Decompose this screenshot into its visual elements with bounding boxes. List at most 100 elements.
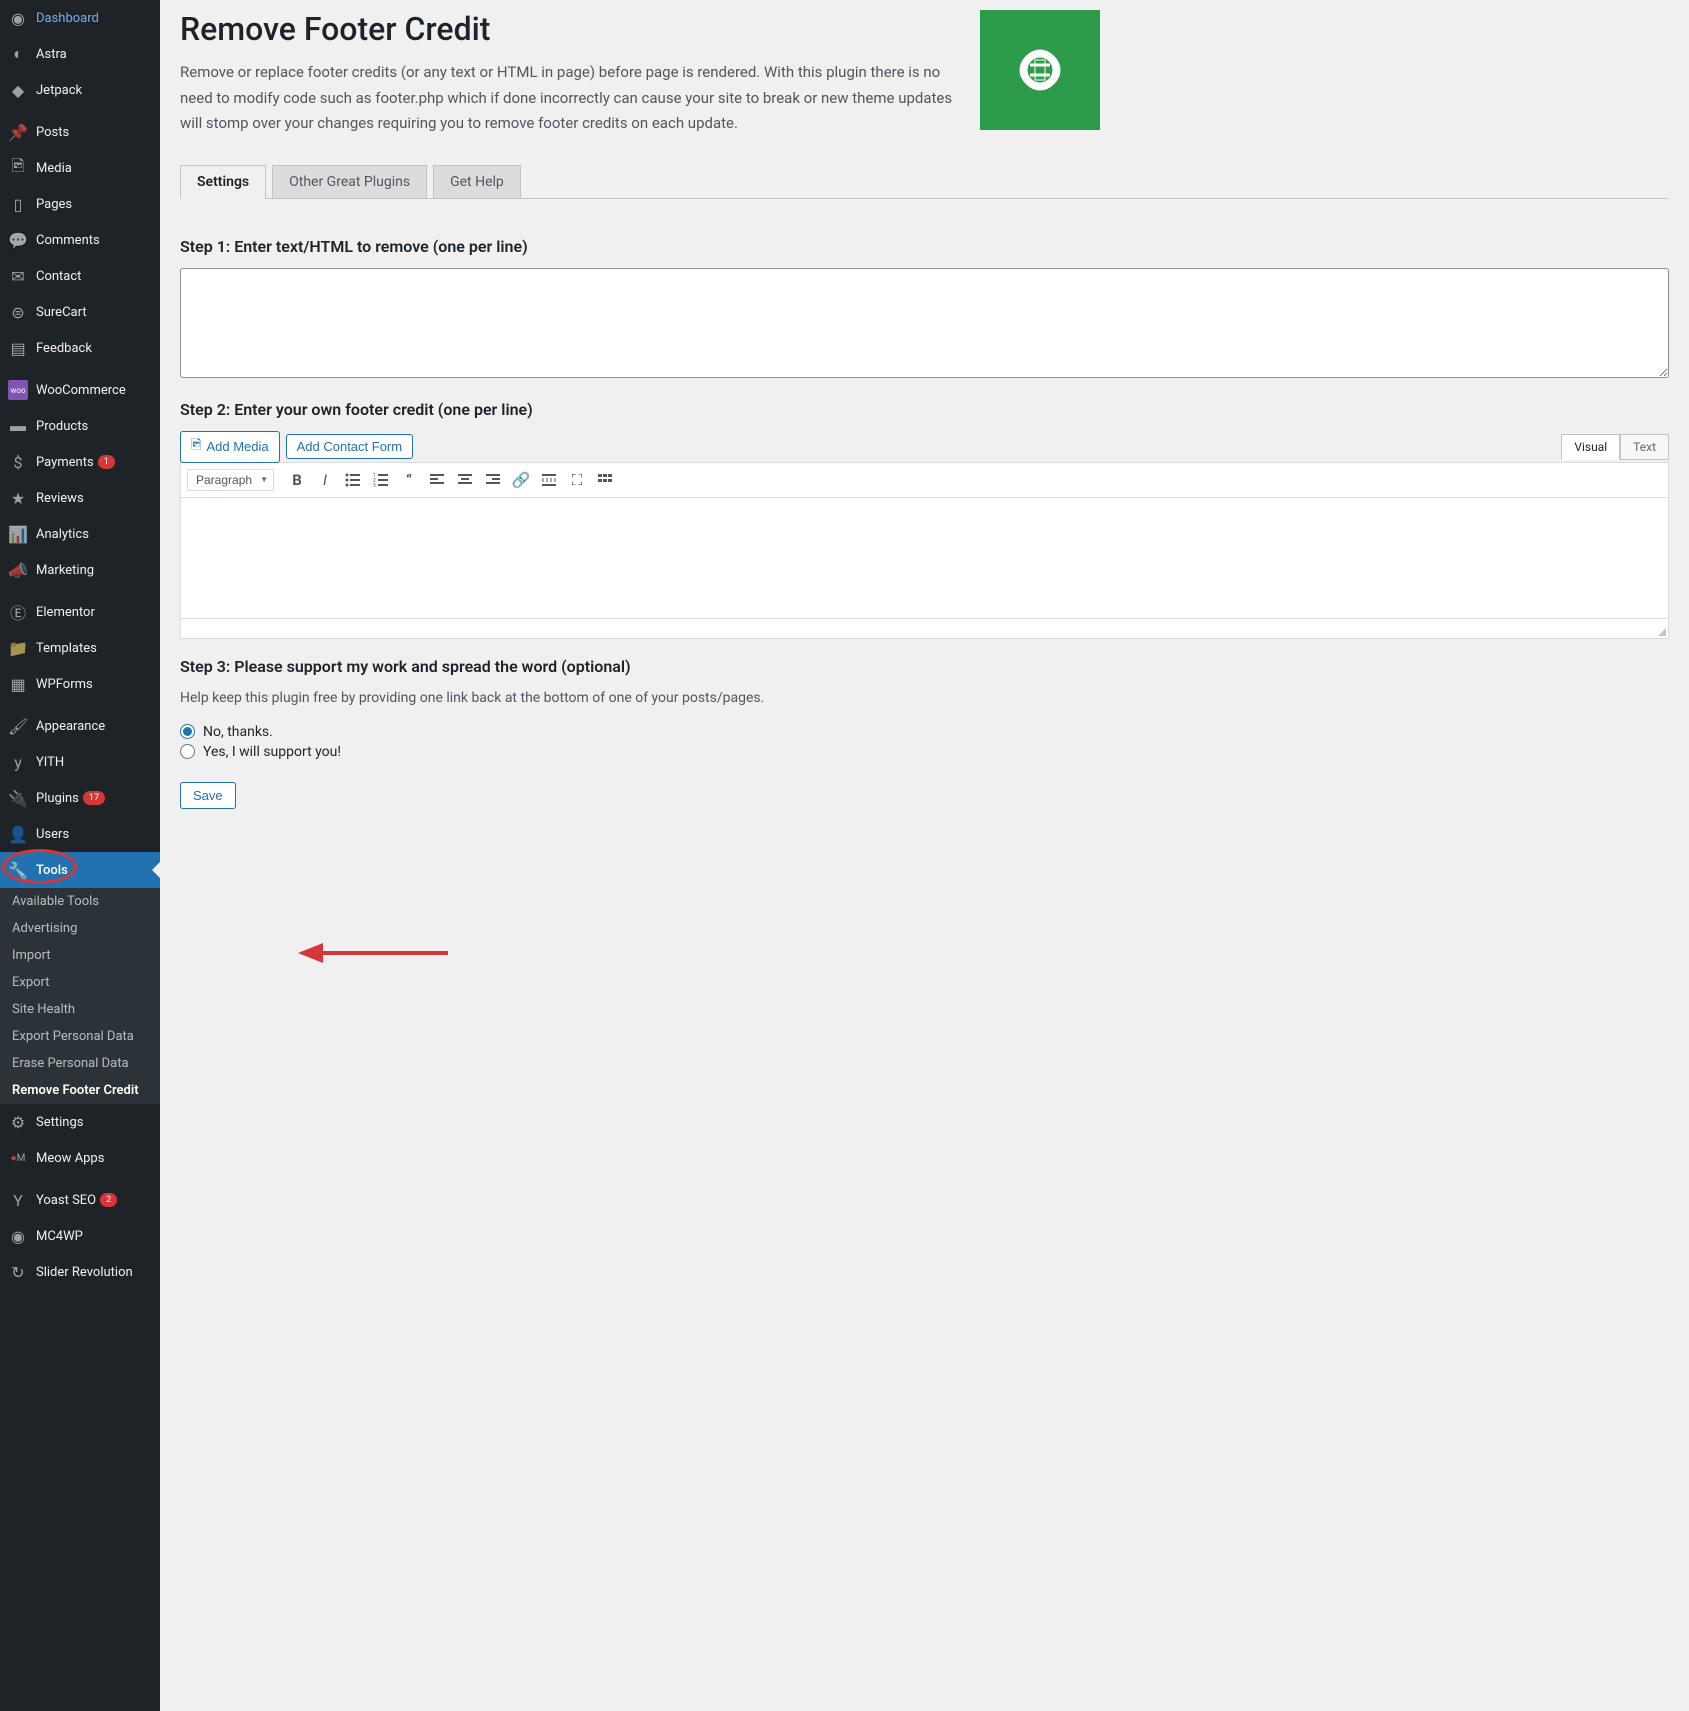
- remove-text-input[interactable]: [180, 268, 1669, 378]
- brush-icon: 🖌: [8, 716, 28, 736]
- sidebar-item-dashboard[interactable]: ◉Dashboard: [0, 0, 160, 36]
- label: Jetpack: [36, 83, 82, 98]
- submenu-available-tools[interactable]: Available Tools: [0, 888, 160, 915]
- label: Contact: [36, 269, 81, 284]
- sidebar-item-wpforms[interactable]: ▦WPForms: [0, 666, 160, 702]
- meow-icon: ●M: [8, 1148, 28, 1168]
- svg-text:3: 3: [373, 483, 376, 488]
- label: Elementor: [36, 605, 95, 620]
- submenu-erase-personal[interactable]: Erase Personal Data: [0, 1050, 160, 1077]
- sidebar-item-reviews[interactable]: ★ Reviews: [0, 480, 160, 516]
- sidebar-item-pages[interactable]: ▯Pages: [0, 186, 160, 222]
- sidebar-item-templates[interactable]: 📁Templates: [0, 630, 160, 666]
- sidebar-item-tools[interactable]: 🔧Tools: [0, 852, 160, 888]
- support-text: Help keep this plugin free by providing …: [180, 690, 1669, 706]
- label: Dashboard: [36, 11, 99, 26]
- bullet-list-button[interactable]: [340, 467, 366, 493]
- sidebar-item-users[interactable]: 👤Users: [0, 816, 160, 852]
- sidebar-item-appearance[interactable]: 🖌 Appearance: [0, 708, 160, 744]
- plugin-logo: [980, 10, 1100, 130]
- label: Posts: [36, 125, 69, 140]
- align-right-button[interactable]: [480, 467, 506, 493]
- sidebar-item-surecart[interactable]: ⊜SureCart: [0, 294, 160, 330]
- sidebar-item-posts[interactable]: 📌 Posts: [0, 114, 160, 150]
- sidebar-item-settings[interactable]: ⚙ Settings: [0, 1104, 160, 1140]
- footer-credit-editor[interactable]: [181, 498, 1668, 618]
- settings-icon: ⚙: [8, 1112, 28, 1132]
- add-contact-form-button[interactable]: Add Contact Form: [286, 434, 414, 459]
- tab-settings[interactable]: Settings: [180, 165, 266, 199]
- blockquote-button[interactable]: “: [396, 467, 422, 493]
- sidebar-item-yoast[interactable]: YYoast SEO2: [0, 1182, 160, 1218]
- label: Astra: [36, 47, 67, 62]
- label: Appearance: [36, 719, 105, 734]
- fullscreen-button[interactable]: ⛶: [564, 467, 590, 493]
- editor-tab-text[interactable]: Text: [1620, 434, 1669, 460]
- sidebar-item-woocommerce[interactable]: wooWooCommerce: [0, 372, 160, 408]
- label: Tools: [36, 863, 68, 878]
- label: Yes, I will support you!: [203, 744, 341, 760]
- sidebar-item-marketing[interactable]: 📣Marketing: [0, 552, 160, 588]
- slider-icon: ↻: [8, 1262, 28, 1282]
- radio-no[interactable]: [180, 724, 195, 739]
- sidebar-item-contact[interactable]: ✉ Contact: [0, 258, 160, 294]
- tab-other-plugins[interactable]: Other Great Plugins: [272, 165, 427, 198]
- numbered-list-button[interactable]: 123: [368, 467, 394, 493]
- add-media-button[interactable]: 🖻Add Media: [180, 431, 280, 463]
- radio-yes[interactable]: [180, 744, 195, 759]
- label: Marketing: [36, 563, 94, 578]
- submenu-import[interactable]: Import: [0, 942, 160, 969]
- submenu-export[interactable]: Export: [0, 969, 160, 996]
- label: No, thanks.: [203, 724, 273, 740]
- badge: 17: [83, 791, 105, 805]
- sidebar-item-elementor[interactable]: Ⓔ Elementor: [0, 594, 160, 630]
- label: Products: [36, 419, 88, 434]
- bold-button[interactable]: B: [284, 467, 310, 493]
- radio-yes-row[interactable]: Yes, I will support you!: [180, 744, 1669, 760]
- mail-icon: ✉: [8, 266, 28, 286]
- submenu-site-health[interactable]: Site Health: [0, 996, 160, 1023]
- submenu-export-personal[interactable]: Export Personal Data: [0, 1023, 160, 1050]
- pin-icon: 📌: [8, 122, 28, 142]
- sidebar-item-slider-revolution[interactable]: ↻Slider Revolution: [0, 1254, 160, 1290]
- sidebar-item-yith[interactable]: yYITH: [0, 744, 160, 780]
- sidebar-item-astra[interactable]: ◐Astra: [0, 36, 160, 72]
- badge: 2: [100, 1193, 117, 1207]
- label: Analytics: [36, 527, 89, 542]
- sidebar-item-products[interactable]: ▬Products: [0, 408, 160, 444]
- sidebar-item-mc4wp[interactable]: ◉MC4WP: [0, 1218, 160, 1254]
- star-icon: ★: [8, 488, 28, 508]
- sidebar-item-media[interactable]: 🖻Media: [0, 150, 160, 186]
- toolbar-toggle-button[interactable]: [592, 467, 618, 493]
- page-description: Remove or replace footer credits (or any…: [180, 60, 960, 137]
- badge: 1: [98, 455, 115, 469]
- label: Templates: [36, 641, 97, 656]
- sidebar-item-comments[interactable]: 💬Comments: [0, 222, 160, 258]
- label: Add Contact Form: [297, 439, 403, 454]
- submenu-remove-footer[interactable]: Remove Footer Credit: [0, 1077, 160, 1104]
- sidebar-item-feedback[interactable]: ▤Feedback: [0, 330, 160, 366]
- editor-status-bar: [181, 618, 1668, 638]
- yith-icon: y: [8, 752, 28, 772]
- italic-button[interactable]: I: [312, 467, 338, 493]
- submenu-advertising[interactable]: Advertising: [0, 915, 160, 942]
- sidebar-item-analytics[interactable]: 📊Analytics: [0, 516, 160, 552]
- yoast-icon: Y: [8, 1190, 28, 1210]
- sidebar-item-payments[interactable]: $Payments1: [0, 444, 160, 480]
- elementor-icon: Ⓔ: [8, 602, 28, 622]
- cart-icon: ⊜: [8, 302, 28, 322]
- align-center-button[interactable]: [452, 467, 478, 493]
- label: Settings: [36, 1115, 83, 1130]
- link-button[interactable]: 🔗: [508, 467, 534, 493]
- read-more-button[interactable]: [536, 467, 562, 493]
- label: Reviews: [36, 491, 84, 506]
- save-button[interactable]: Save: [180, 782, 236, 809]
- sidebar-item-jetpack[interactable]: ◆Jetpack: [0, 72, 160, 108]
- tab-get-help[interactable]: Get Help: [433, 165, 521, 198]
- align-left-button[interactable]: [424, 467, 450, 493]
- sidebar-item-plugins[interactable]: 🔌Plugins17: [0, 780, 160, 816]
- format-select[interactable]: Paragraph: [187, 469, 274, 491]
- sidebar-item-meow[interactable]: ●MMeow Apps: [0, 1140, 160, 1176]
- editor-tab-visual[interactable]: Visual: [1561, 434, 1620, 460]
- radio-no-row[interactable]: No, thanks.: [180, 724, 1669, 740]
